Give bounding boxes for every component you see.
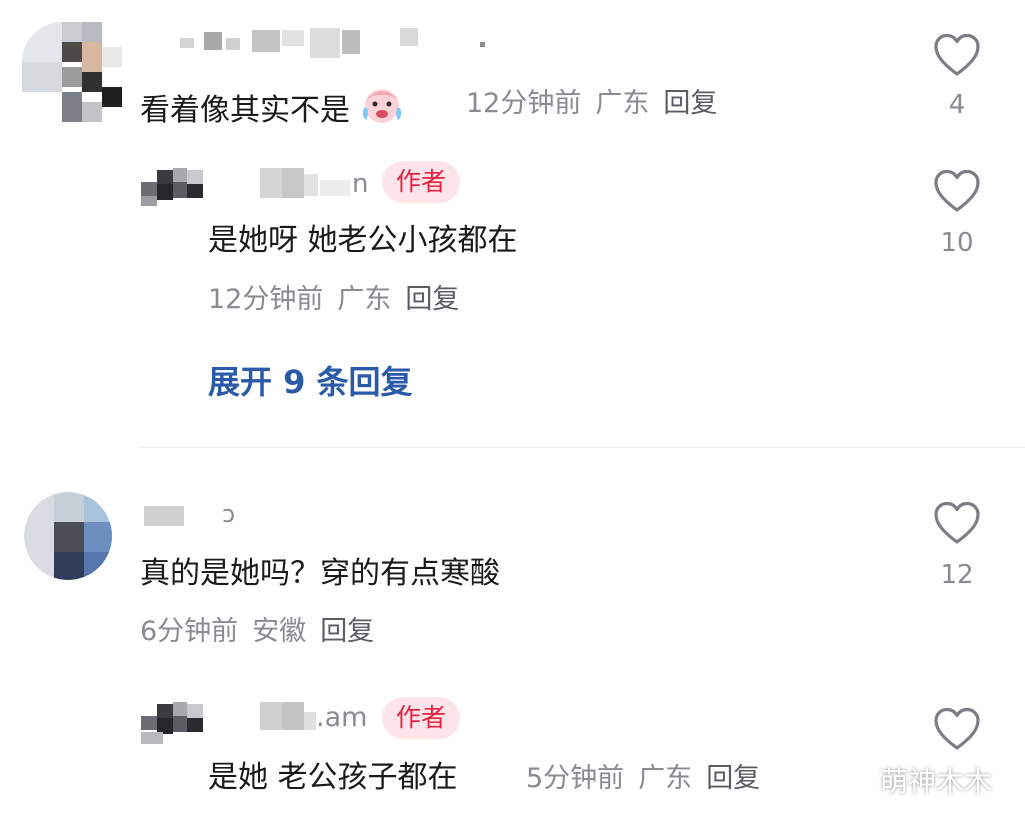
comment-text-row: 看着像其实不是	[140, 86, 404, 129]
username-blurred[interactable]	[144, 504, 188, 530]
comment-location: 广东	[595, 88, 650, 119]
like-button[interactable]: 4	[927, 32, 987, 120]
comment-meta: 6分钟前 安徽 回复	[140, 616, 374, 648]
reply-location: 广东	[337, 284, 392, 315]
reply-avatar[interactable]	[141, 698, 203, 746]
watermark: 萌神木木	[880, 765, 993, 798]
heart-outline-icon[interactable]	[932, 500, 982, 546]
reply-text: 是她呀 她老公小孩都在	[208, 223, 518, 258]
reply-button[interactable]: 回复	[663, 88, 717, 119]
reply-time: 5分钟前	[526, 763, 625, 794]
reply-text: 是她 老公孩子都在	[208, 760, 458, 795]
comment-text: 真的是她吗？穿的有点寒酸	[140, 556, 500, 591]
comment-text: 看着像其实不是	[140, 93, 350, 128]
comment-time: 6分钟前	[140, 616, 239, 647]
comment-meta: 12分钟前 广东 回复	[466, 88, 717, 120]
heart-outline-icon[interactable]	[932, 32, 982, 78]
like-count: 10	[940, 228, 974, 258]
comment-1: 看着像其实不是 12分钟前 广东 回复 4 n 作者 是她呀 她老公小孩都在 1…	[0, 0, 1025, 445]
expand-replies-link[interactable]: 展开 9 条回复	[208, 363, 413, 401]
author-tag: 作者	[382, 161, 461, 203]
like-count: 4	[948, 90, 966, 120]
author-tag: 作者	[382, 697, 461, 739]
comment-2: ɔ 真的是她吗？穿的有点寒酸 6分钟前 安徽 回复 12 .am 作者 是她 老公孩…	[0, 448, 1025, 815]
reply-username[interactable]: n	[352, 166, 368, 202]
reply-button[interactable]: 回复	[405, 284, 459, 315]
like-count: 12	[940, 560, 974, 590]
reply-meta: 5分钟前 广东 回复	[526, 763, 760, 795]
username[interactable]: ɔ	[222, 498, 235, 530]
comment-time: 12分钟前	[466, 88, 582, 119]
crying-face-emoji	[360, 86, 404, 126]
like-button[interactable]: 12	[927, 500, 987, 590]
reply-username-blurred[interactable]	[258, 166, 358, 202]
reply-avatar[interactable]	[141, 164, 203, 210]
heart-outline-icon[interactable]	[932, 168, 982, 214]
reply-meta: 12分钟前 广东 回复	[208, 284, 459, 316]
reply-button[interactable]: 回复	[320, 616, 374, 647]
avatar[interactable]	[22, 22, 122, 122]
reply-button[interactable]: 回复	[706, 763, 760, 794]
reply-username[interactable]: .am	[316, 700, 367, 736]
heart-outline-icon[interactable]	[932, 706, 982, 752]
like-button[interactable]	[927, 706, 987, 752]
reply-time: 12分钟前	[208, 284, 324, 315]
like-button[interactable]: 10	[927, 168, 987, 258]
avatar[interactable]	[24, 492, 112, 580]
reply-username-blurred[interactable]	[258, 700, 318, 734]
comment-location: 安徽	[252, 616, 307, 647]
username-blurred[interactable]	[160, 24, 500, 64]
reply-location: 广东	[638, 763, 693, 794]
